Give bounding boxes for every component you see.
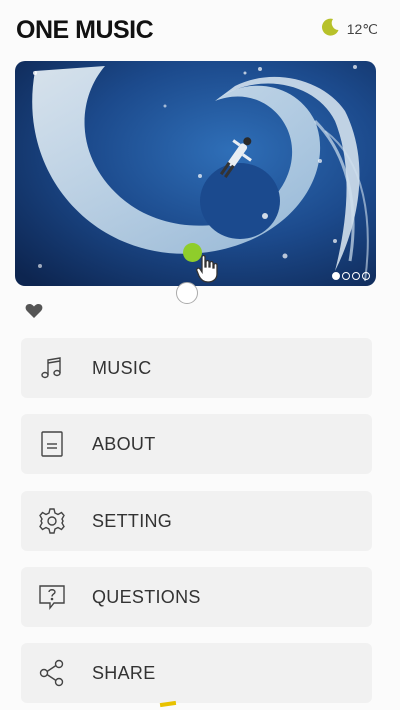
menu-label-questions: QUESTIONS: [92, 586, 201, 607]
document-icon: [17, 430, 87, 458]
hand-pointer-icon: [196, 254, 222, 289]
question-bubble-icon: [17, 583, 87, 611]
menu-item-about[interactable]: ABOUT: [21, 414, 372, 474]
menu-item-music[interactable]: MUSIC: [21, 338, 372, 398]
menu-item-setting[interactable]: SETTING: [21, 491, 372, 551]
menu-item-questions[interactable]: QUESTIONS: [21, 567, 372, 627]
menu-label-setting: SETTING: [92, 510, 173, 531]
menu-label-music: MUSIC: [92, 357, 152, 378]
menu-label-about: ABOUT: [92, 433, 156, 454]
carousel-indicators: [332, 272, 370, 280]
weather-widget[interactable]: 12℃: [320, 17, 378, 42]
carousel-dot[interactable]: [352, 272, 360, 280]
carousel-dot[interactable]: [342, 272, 350, 280]
pager-indicator: [176, 282, 198, 304]
music-note-icon: [17, 355, 87, 381]
app-title: ONE MUSIC: [16, 16, 154, 44]
decorative-mark: [159, 700, 177, 708]
menu-label-share: SHARE: [92, 662, 156, 683]
menu-item-share[interactable]: SHARE: [21, 643, 372, 703]
carousel-dot-active[interactable]: [332, 272, 340, 280]
gear-icon: [17, 506, 87, 536]
temperature-label: 12℃: [346, 21, 378, 37]
heart-icon[interactable]: [25, 303, 43, 324]
carousel-dot[interactable]: [362, 272, 370, 280]
moon-icon: [320, 17, 340, 42]
share-icon: [17, 659, 87, 687]
